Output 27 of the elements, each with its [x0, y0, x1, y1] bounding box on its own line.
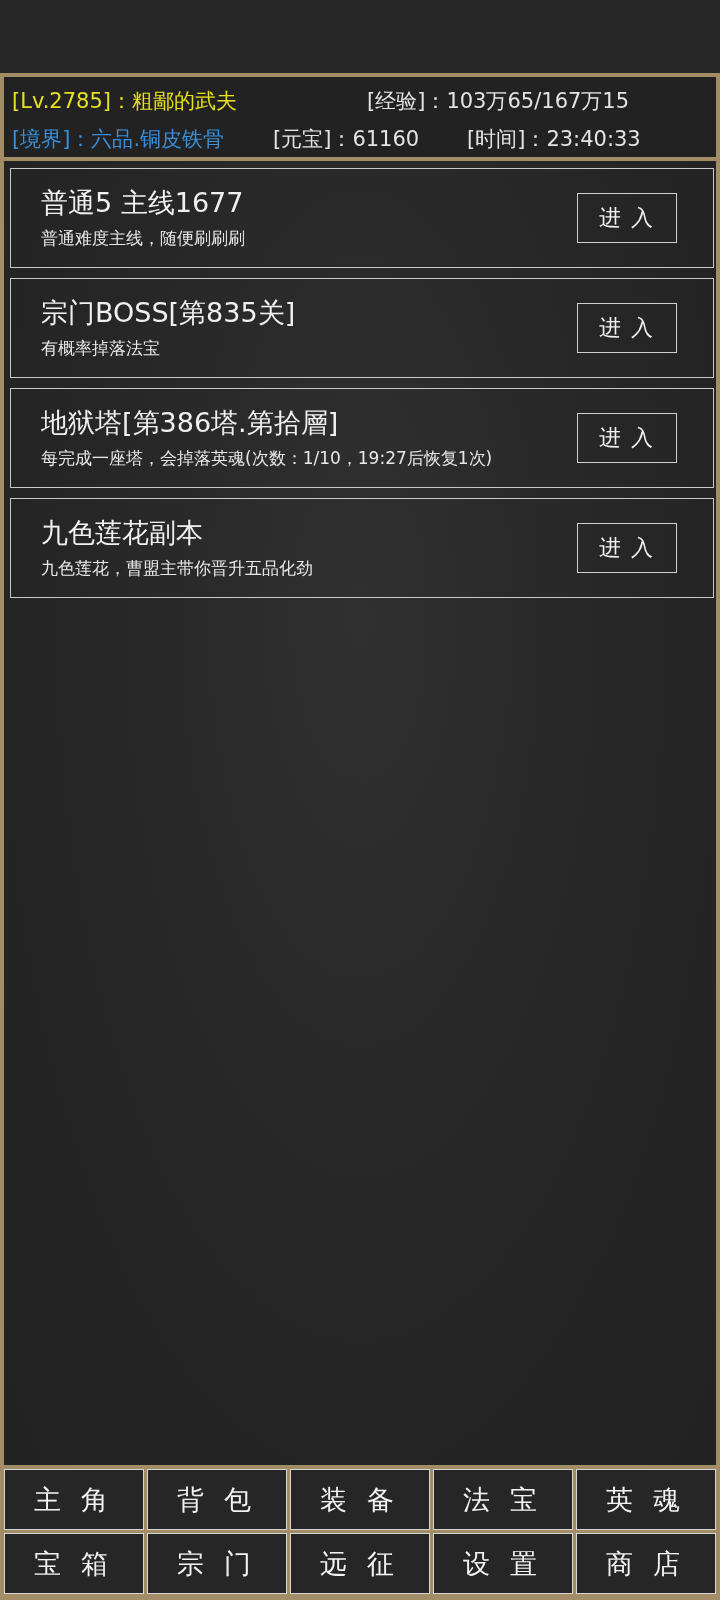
menu-button[interactable]: 宗 门 [147, 1533, 287, 1594]
menu-button[interactable]: 装 备 [290, 1469, 430, 1530]
status-text: [Lv.2785]：粗鄙的武夫 [12, 88, 238, 115]
stage-description: 每完成一座塔，会掉落英魂(次数：1/10，19:27后恢复1次) [41, 447, 494, 469]
stage-description: 九色莲花，曹盟主带你晋升五品化劲 [41, 557, 314, 579]
menu-button[interactable]: 英 魂 [576, 1469, 716, 1530]
stage-title: 地狱塔[第386塔.第拾層] [41, 407, 340, 439]
menu-button[interactable]: 法 宝 [433, 1469, 573, 1530]
stage-title: 普通5 主线1677 [41, 187, 245, 219]
stage-description: 普通难度主线，随便刷刷刷 [41, 227, 246, 249]
enter-button[interactable]: 进 入 [577, 193, 677, 243]
menu-button[interactable]: 商 店 [576, 1533, 716, 1594]
status-text: [境界]：六品.铜皮铁骨 [12, 126, 226, 153]
stage-title: 宗门BOSS[第835关] [41, 297, 297, 329]
status-text: [经验]：103万65/167万15 [367, 88, 630, 115]
enter-button[interactable]: 进 入 [577, 523, 677, 573]
menu-button[interactable]: 宝 箱 [4, 1533, 144, 1594]
enter-button[interactable]: 进 入 [577, 303, 677, 353]
status-text: [元宝]：61160 [273, 126, 421, 153]
menu-button[interactable]: 主 角 [4, 1469, 144, 1530]
menu-button[interactable]: 设 置 [433, 1533, 573, 1594]
status-text: [时间]：23:40:33 [467, 126, 641, 153]
stage-title: 九色莲花副本 [41, 517, 204, 549]
menu-button[interactable]: 背 包 [147, 1469, 287, 1530]
menu-button[interactable]: 远 征 [290, 1533, 430, 1594]
enter-button[interactable]: 进 入 [577, 413, 677, 463]
stage-description: 有概率掉落法宝 [41, 337, 161, 359]
